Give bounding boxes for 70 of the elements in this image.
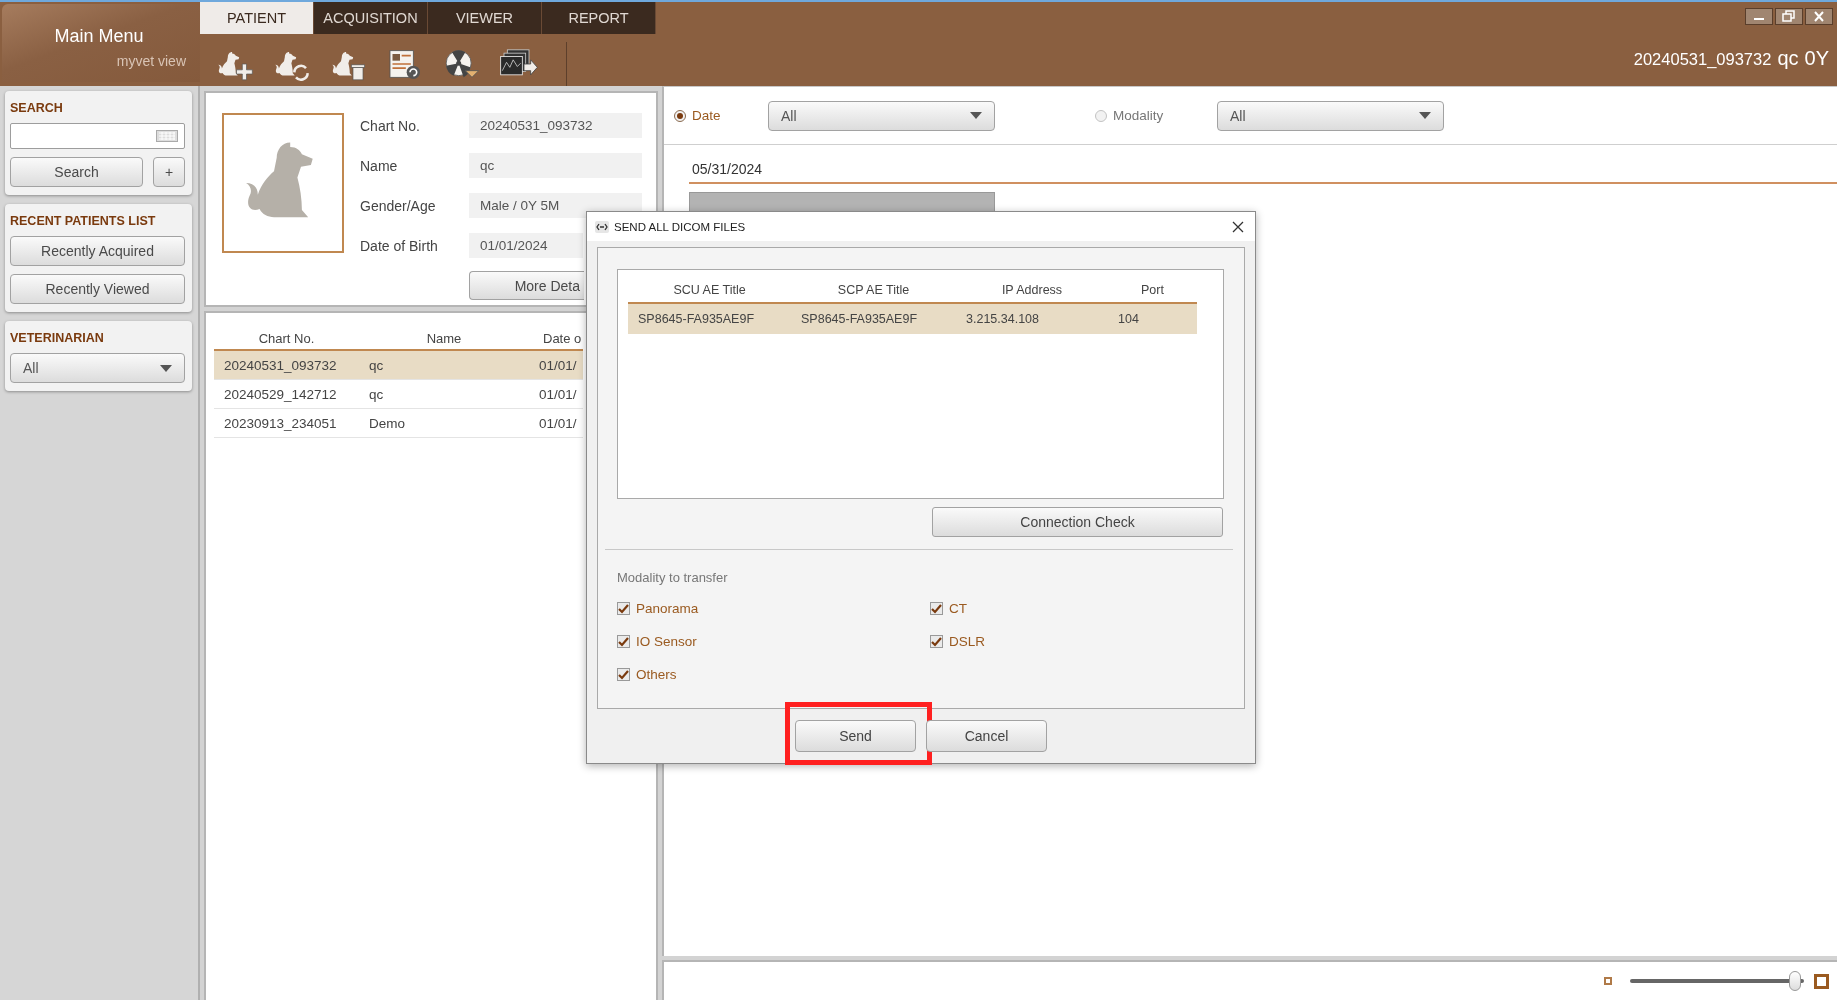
close-icon[interactable] xyxy=(1805,8,1833,25)
table-cell[interactable]: 01/01/ xyxy=(529,351,583,380)
checkbox[interactable] xyxy=(930,635,943,648)
search-field[interactable] xyxy=(10,123,185,149)
nav-tab[interactable]: PATIENT xyxy=(200,2,314,34)
field-label: Gender/Age xyxy=(360,197,437,214)
filter-dropdown[interactable]: All xyxy=(1217,100,1444,131)
transfer-icon xyxy=(595,220,609,233)
table-cell[interactable]: SP8645-FA935AE9F xyxy=(791,304,956,334)
study-date: 05/31/2024 xyxy=(692,160,763,177)
checkbox[interactable] xyxy=(617,602,630,615)
dialog-title: SEND ALL DICOM FILES xyxy=(614,220,746,233)
recent-list-button[interactable]: Recently Acquired xyxy=(10,236,185,266)
dialog-button[interactable]: Cancel xyxy=(926,720,1047,752)
radio-label[interactable]: Modality xyxy=(1113,108,1217,123)
section-title: VETERINARIAN xyxy=(10,331,105,345)
patient-age: 0Y xyxy=(1804,47,1829,70)
checkbox[interactable] xyxy=(930,602,943,615)
checkbox-label[interactable]: CT xyxy=(949,601,967,616)
field-label: Name xyxy=(360,157,399,174)
radio-label[interactable]: Date xyxy=(692,108,768,123)
modality-label: Modality to transfer xyxy=(617,570,729,585)
caret-icon xyxy=(970,112,982,119)
field-value: 01/01/2024 xyxy=(469,233,583,258)
section-title: SEARCH xyxy=(10,101,64,115)
zoom-slider-track[interactable] xyxy=(1630,971,1804,991)
radio-button[interactable] xyxy=(1095,109,1107,122)
close-icon[interactable] xyxy=(1231,219,1245,234)
checkbox-label[interactable]: IO Sensor xyxy=(636,634,697,649)
more-details-button[interactable]: More Deta xyxy=(469,271,584,300)
nav-tab[interactable]: REPORT xyxy=(542,2,656,34)
checkbox-label[interactable]: DSLR xyxy=(949,634,985,649)
veterinarian-dropdown[interactable]: All xyxy=(10,353,185,383)
field-value: Male / 0Y 5M xyxy=(469,193,642,218)
table-cell[interactable]: qc xyxy=(359,351,529,380)
checkbox[interactable] xyxy=(617,635,630,648)
table-cell[interactable]: 104 xyxy=(1108,304,1197,334)
caret-icon xyxy=(1419,112,1431,119)
nav-tab[interactable]: ACQUISITION xyxy=(314,2,428,34)
minimize-icon[interactable] xyxy=(1745,8,1773,25)
table-cell[interactable]: 20240531_093732 xyxy=(214,351,359,380)
search-button[interactable]: Search xyxy=(10,157,143,187)
dialog-button[interactable]: Send xyxy=(795,720,916,752)
table-cell[interactable]: SP8645-FA935AE9F xyxy=(628,304,791,334)
section-title: RECENT PATIENTS LIST xyxy=(10,214,157,228)
field-value: qc xyxy=(469,153,642,178)
image-thumbnail[interactable] xyxy=(689,192,995,213)
large-square-icon xyxy=(1814,973,1829,989)
app-subtitle: myvet view xyxy=(116,52,186,69)
radio-button[interactable] xyxy=(674,109,686,122)
field-label: Date of Birth xyxy=(360,237,439,254)
small-square-icon xyxy=(1604,977,1612,985)
checkbox-label[interactable]: Panorama xyxy=(636,601,699,616)
checkbox[interactable] xyxy=(617,668,630,681)
connection-check-button[interactable]: Connection Check xyxy=(932,507,1223,537)
checkbox-label[interactable]: Others xyxy=(636,667,677,682)
filter-dropdown[interactable]: All xyxy=(768,100,995,131)
nav-tab[interactable]: VIEWER xyxy=(428,2,542,34)
patient-chart-number: 20240531_093732 xyxy=(1633,50,1772,69)
caret-icon xyxy=(160,364,172,372)
recent-list-button[interactable]: Recently Viewed xyxy=(10,274,185,304)
main-menu-panel[interactable]: Main Menu myvet view xyxy=(2,4,200,82)
field-label: Chart No. xyxy=(360,117,421,134)
restore-icon[interactable] xyxy=(1775,8,1803,25)
field-value: 20240531_093732 xyxy=(469,113,642,138)
zoom-slider-thumb[interactable] xyxy=(1788,971,1801,991)
main-menu-title: Main Menu xyxy=(54,25,144,47)
add-button[interactable]: + xyxy=(153,157,185,187)
table-cell[interactable]: 3.215.34.108 xyxy=(956,304,1108,334)
patient-name: qc xyxy=(1777,47,1799,70)
